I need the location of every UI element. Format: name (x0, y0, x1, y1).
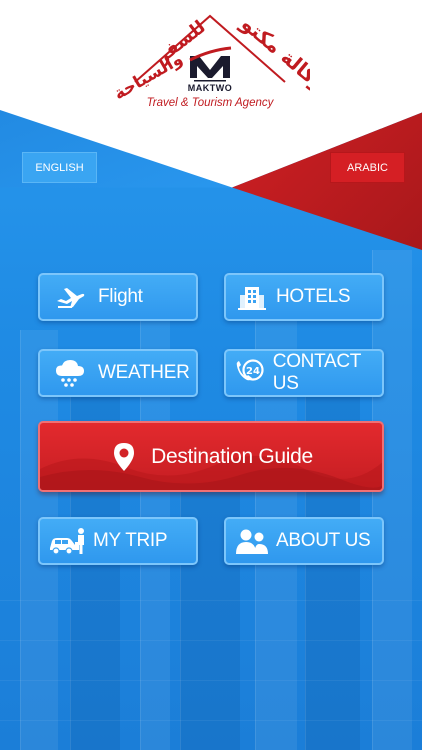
arabic-language-button[interactable]: ARABIC (330, 152, 405, 183)
destination-guide-button[interactable]: Destination Guide (38, 421, 384, 492)
traveler-car-icon (48, 525, 88, 557)
agency-logo: للسفر والسياحة وكالة مكتو MAKTWO Travel … (110, 4, 311, 116)
destination-guide-label: Destination Guide (151, 444, 313, 468)
phone-24-icon: 24 (232, 357, 269, 389)
airplane-icon (50, 281, 90, 313)
people-icon (232, 525, 272, 557)
logo-tagline: Travel & Tourism Agency (146, 97, 274, 109)
hotel-building-icon (232, 281, 272, 313)
location-pin-icon (109, 439, 139, 475)
my-trip-label: MY TRIP (93, 530, 168, 551)
about-us-label: ABOUT US (276, 530, 371, 551)
hotels-button[interactable]: HOTELS (224, 273, 384, 321)
weather-label: WEATHER (98, 362, 190, 383)
logo-brand-name: MAKTWO (187, 83, 233, 93)
contact-us-button[interactable]: 24 CONTACT US (224, 349, 384, 397)
contact-us-label: CONTACT US (272, 351, 361, 394)
about-us-button[interactable]: ABOUT US (224, 517, 384, 565)
flight-button[interactable]: Flight (38, 273, 198, 321)
flight-label: Flight (98, 286, 143, 307)
my-trip-button[interactable]: MY TRIP (38, 517, 198, 565)
hotels-label: HOTELS (276, 286, 351, 307)
rain-cloud-icon (50, 357, 90, 389)
weather-button[interactable]: WEATHER (38, 349, 198, 397)
english-language-button[interactable]: ENGLISH (22, 152, 97, 183)
